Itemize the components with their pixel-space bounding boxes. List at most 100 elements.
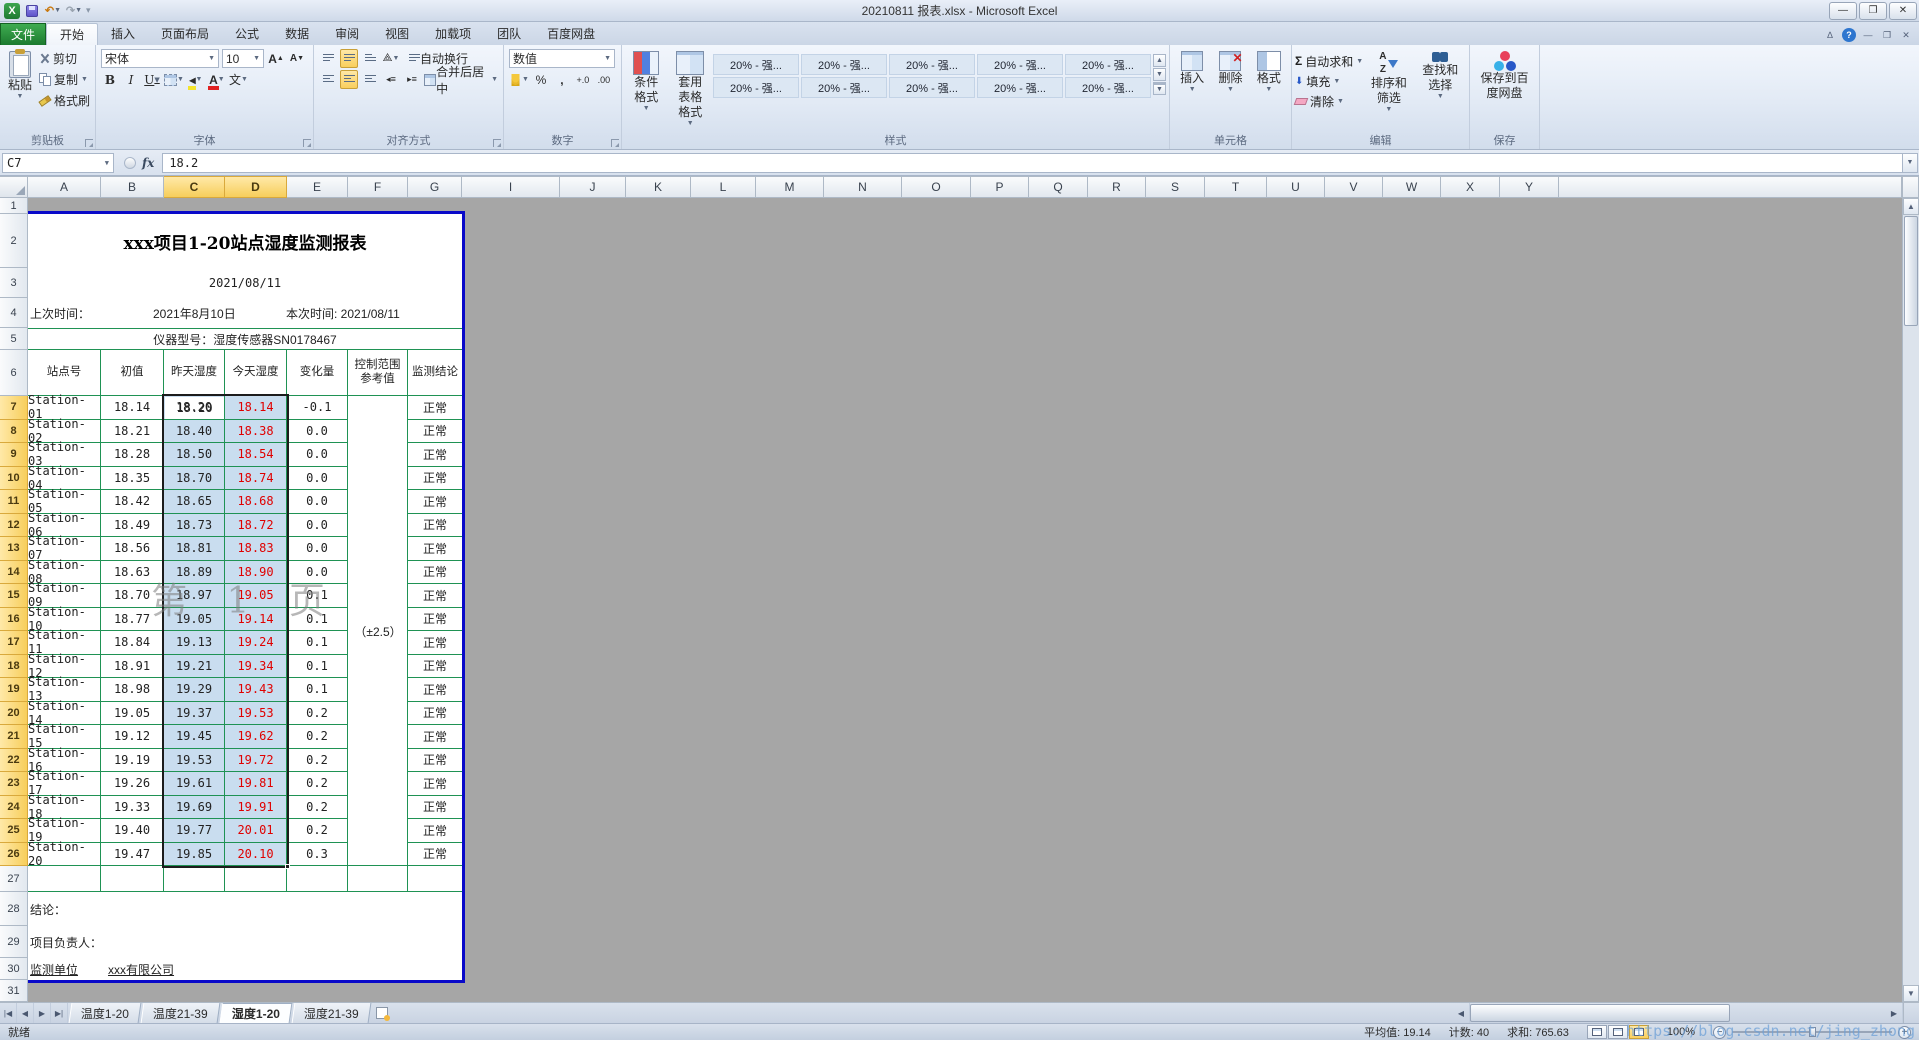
autosum-button[interactable]: Σ 自动求和 ▼ — [1295, 52, 1363, 70]
cell-yesterday-7[interactable]: 18.81 — [164, 537, 225, 561]
row-header-27[interactable]: 27 — [0, 866, 28, 892]
doc-restore-icon[interactable]: ❐ — [1880, 28, 1894, 42]
empty-cell-4[interactable] — [225, 866, 287, 892]
column-header-T[interactable]: T — [1205, 176, 1267, 198]
cell-initial-14[interactable]: 19.05 — [101, 701, 164, 725]
doc-close-icon[interactable]: ✕ — [1899, 28, 1913, 42]
cell-yesterday-4[interactable]: 18.70 — [164, 466, 225, 490]
row-header-20[interactable]: 20 — [0, 701, 28, 725]
empty-cell-5[interactable] — [287, 866, 348, 892]
cell-result-18[interactable]: 正常 — [408, 796, 462, 819]
row-header-23[interactable]: 23 — [0, 772, 28, 796]
cell-initial-19[interactable]: 19.40 — [101, 819, 164, 843]
cell-initial-3[interactable]: 18.28 — [101, 443, 164, 467]
doc-minimize-icon[interactable]: — — [1861, 28, 1875, 42]
cell-change-6[interactable]: 0.0 — [287, 513, 348, 537]
cell-yesterday-2[interactable]: 18.40 — [164, 419, 225, 443]
row-header-9[interactable]: 9 — [0, 443, 28, 467]
gallery-down-icon[interactable]: ▼ — [1153, 68, 1166, 81]
ribbon-tab-公式[interactable]: 公式 — [222, 23, 272, 45]
grow-font-button[interactable]: A▲ — [267, 49, 285, 68]
align-center-button[interactable] — [340, 70, 358, 89]
cell-change-1[interactable]: -0.1 — [287, 396, 348, 420]
ribbon-tab-页面布局[interactable]: 页面布局 — [148, 23, 222, 45]
column-header-Q[interactable]: Q — [1029, 176, 1088, 198]
cell-today-5[interactable]: 18.68 — [225, 490, 287, 514]
column-header-U[interactable]: U — [1267, 176, 1325, 198]
prev-sheet-icon[interactable]: ◀ — [17, 1003, 34, 1023]
cell-result-6[interactable]: 正常 — [408, 514, 462, 537]
row-header-16[interactable]: 16 — [0, 607, 28, 631]
last-sheet-icon[interactable]: ▶| — [51, 1003, 68, 1023]
column-header-F[interactable]: F — [348, 176, 408, 198]
unit-row[interactable]: 监测单位 xxx有限公司 — [30, 958, 460, 980]
table-header-1[interactable]: 站点号 — [28, 350, 101, 396]
empty-cell-7[interactable] — [408, 866, 462, 892]
cell-style-item[interactable]: 20% - 强... — [889, 54, 975, 75]
cell-result-1[interactable]: 正常 — [408, 396, 462, 420]
row-header-21[interactable]: 21 — [0, 725, 28, 749]
cell-result-14[interactable]: 正常 — [408, 702, 462, 725]
row-header-7[interactable]: 7 — [0, 396, 28, 420]
row-header-1[interactable]: 1 — [0, 198, 28, 214]
number-format-select[interactable]: 数值 ▼ — [509, 49, 615, 68]
conclusion-row[interactable]: 结论： — [30, 892, 460, 926]
align-middle-button[interactable] — [340, 49, 358, 68]
row-header-6[interactable]: 6 — [0, 350, 28, 396]
cell-yesterday-17[interactable]: 19.61 — [164, 772, 225, 796]
table-header-4[interactable]: 今天湿度 — [225, 350, 287, 396]
column-header-B[interactable]: B — [101, 176, 164, 198]
cell-change-20[interactable]: 0.3 — [287, 842, 348, 866]
cell-yesterday-19[interactable]: 19.77 — [164, 819, 225, 843]
row-header-3[interactable]: 3 — [0, 268, 28, 298]
device-row[interactable]: 仪器型号：湿度传感器SN0178467 — [28, 328, 462, 350]
column-header-K[interactable]: K — [626, 176, 691, 198]
formula-input[interactable]: 18.2 — [162, 152, 1902, 173]
delete-cells-button[interactable]: ✕ 删除 ▼ — [1213, 48, 1247, 132]
format-painter-button[interactable]: 格式刷 — [37, 90, 92, 111]
column-header-G[interactable]: G — [408, 176, 462, 198]
ribbon-tab-视图[interactable]: 视图 — [372, 23, 422, 45]
row-header-24[interactable]: 24 — [0, 795, 28, 819]
shrink-font-button[interactable]: A▼ — [288, 49, 306, 68]
insert-cells-button[interactable]: 插入 ▼ — [1175, 48, 1209, 132]
comma-button[interactable]: , — [553, 70, 571, 89]
control-range-cell[interactable]: （±2.5） — [348, 396, 408, 866]
close-button[interactable]: ✕ — [1889, 1, 1917, 20]
gallery-more-icon[interactable]: ▼ — [1153, 82, 1166, 95]
cell-initial-5[interactable]: 18.42 — [101, 490, 164, 514]
sheet-tab-湿度21-39[interactable]: 湿度21-39 — [291, 1003, 371, 1023]
cell-initial-17[interactable]: 19.26 — [101, 772, 164, 796]
row-header-13[interactable]: 13 — [0, 537, 28, 561]
cell-style-item[interactable]: 20% - 强... — [713, 77, 799, 98]
manager-row[interactable]: 项目负责人： — [30, 926, 460, 958]
minimize-ribbon-icon[interactable]: ∆ — [1823, 28, 1837, 42]
cell-result-16[interactable]: 正常 — [408, 749, 462, 772]
fill-color-button[interactable]: ◂ ▼ — [187, 70, 205, 90]
row-header-8[interactable]: 8 — [0, 419, 28, 443]
paste-button[interactable]: 粘贴 ▼ — [3, 48, 37, 111]
empty-cell-3[interactable] — [164, 866, 225, 892]
cell-result-15[interactable]: 正常 — [408, 725, 462, 749]
normal-view-button[interactable] — [1586, 1025, 1607, 1039]
cell-yesterday-20[interactable]: 19.85 — [164, 842, 225, 866]
table-header-5[interactable]: 变化量 — [287, 350, 348, 396]
fill-button[interactable]: ⬇ 填充 ▼ — [1295, 72, 1363, 90]
cell-yesterday-16[interactable]: 19.53 — [164, 748, 225, 772]
cell-result-20[interactable]: 正常 — [408, 843, 462, 866]
column-header-J[interactable]: J — [560, 176, 626, 198]
scroll-left-icon[interactable]: ◀ — [1453, 1003, 1470, 1023]
column-header-C[interactable]: C — [164, 176, 225, 198]
cell-today-13[interactable]: 19.43 — [225, 678, 287, 702]
cell-today-12[interactable]: 19.34 — [225, 654, 287, 678]
select-all-corner[interactable] — [0, 176, 28, 198]
tab-split-handle[interactable] — [1903, 1003, 1919, 1023]
cell-yesterday-12[interactable]: 19.21 — [164, 654, 225, 678]
sheet-tab-温度21-39[interactable]: 温度21-39 — [140, 1003, 221, 1023]
cut-button[interactable]: 剪切 — [37, 48, 92, 69]
orientation-button[interactable]: ⟁ ▼ — [382, 49, 400, 68]
first-sheet-icon[interactable]: |◀ — [0, 1003, 17, 1023]
cell-initial-20[interactable]: 19.47 — [101, 842, 164, 866]
cell-change-7[interactable]: 0.0 — [287, 537, 348, 561]
cell-change-12[interactable]: 0.1 — [287, 654, 348, 678]
